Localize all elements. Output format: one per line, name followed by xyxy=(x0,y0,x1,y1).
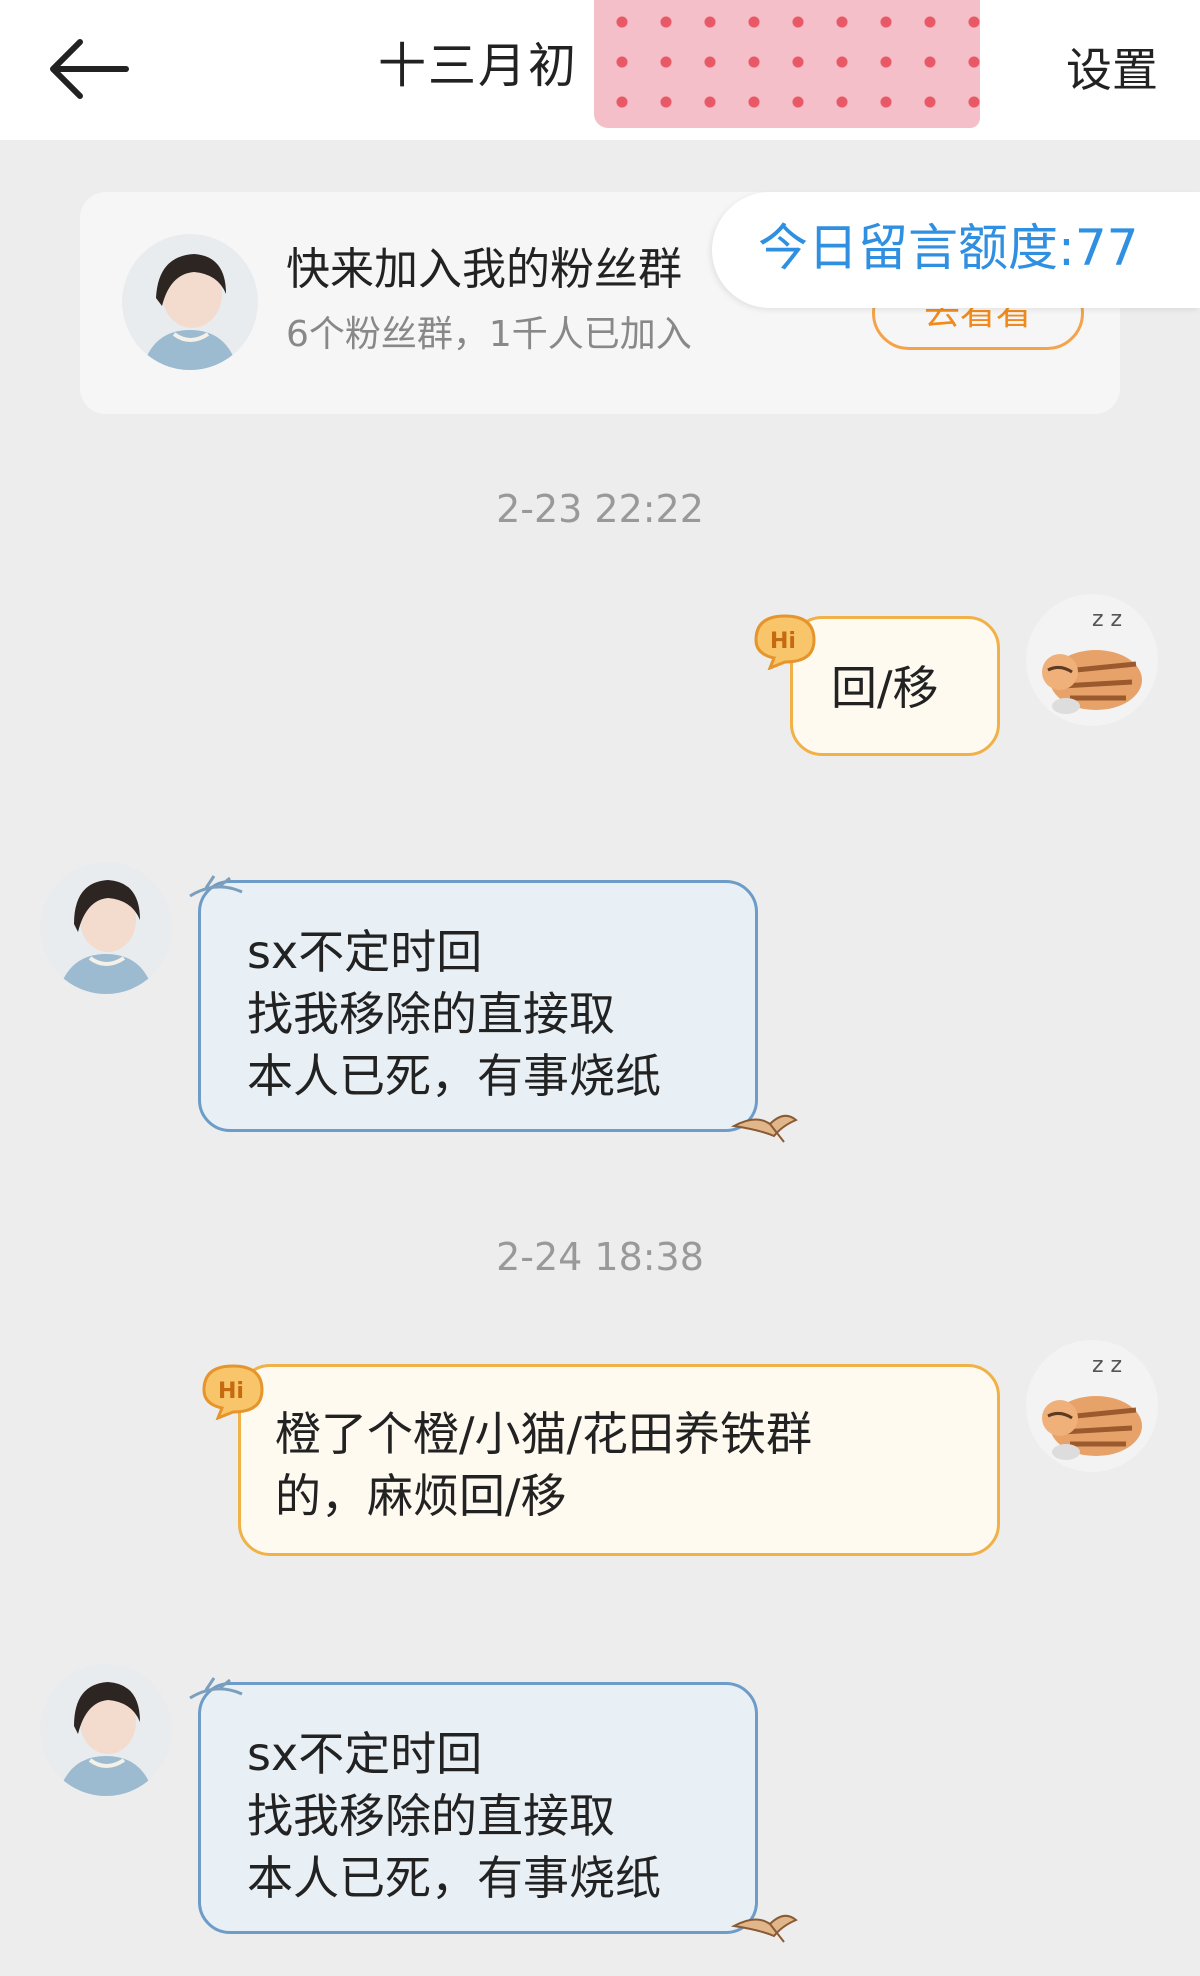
svg-text:z z: z z xyxy=(1092,1353,1122,1378)
svg-text:Hi: Hi xyxy=(770,629,796,654)
avatar xyxy=(122,234,258,370)
avatar[interactable]: z z xyxy=(1026,594,1158,726)
message-text-line: 本人已死，有事烧纸 xyxy=(247,1851,661,1905)
bamboo-decoration-icon xyxy=(189,875,243,898)
arrow-left-icon xyxy=(50,39,129,99)
message-text-line: 找我移除的直接取 xyxy=(247,987,615,1041)
chat-bubble-outgoing[interactable]: 橙了个橙/小猫/花田养铁群 的，麻烦回/移 xyxy=(238,1364,1000,1556)
hi-badge-icon: Hi xyxy=(754,614,816,670)
message-text-line: 橙了个橙/小猫/花田养铁群 xyxy=(275,1407,812,1461)
avatar[interactable] xyxy=(40,862,172,994)
chat-bubble-outgoing[interactable]: 回/移 xyxy=(790,616,1000,756)
message-text-line: 找我移除的直接取 xyxy=(247,1789,615,1843)
fan-group-subtitle: 6个粉丝群，1千人已加入 xyxy=(286,314,692,355)
settings-button[interactable]: 设置 xyxy=(1066,40,1158,100)
avatar[interactable] xyxy=(40,1664,172,1796)
bamboo-decoration-icon xyxy=(189,1677,243,1700)
message-text-line: 本人已死，有事烧纸 xyxy=(247,1049,661,1103)
message-text-line: 的，麻烦回/移 xyxy=(275,1469,567,1523)
hi-badge-icon: Hi xyxy=(202,1364,264,1420)
message-timestamp: 2-23 22:22 xyxy=(496,487,704,531)
chat-bubble-incoming[interactable]: sx不定时回 找我移除的直接取 本人已死，有事烧纸 xyxy=(198,880,758,1132)
message-timestamp: 2-24 18:38 xyxy=(496,1235,704,1279)
svg-text:Hi: Hi xyxy=(218,1379,244,1404)
message-text-line: sx不定时回 xyxy=(247,1727,483,1781)
message-text: 回/移 xyxy=(831,661,939,715)
fan-group-title: 快来加入我的粉丝群 xyxy=(286,244,682,295)
message-quota-badge: 今日留言额度:77 xyxy=(712,192,1200,308)
message-text-line: sx不定时回 xyxy=(247,925,483,979)
message-quota-label: 今日留言额度:77 xyxy=(758,219,1139,277)
swallow-decoration-icon xyxy=(730,1914,798,1943)
swallow-decoration-icon xyxy=(730,1114,798,1143)
conversation-title: 十三月初 xyxy=(378,38,579,94)
header-bar: 十三月初 设置 xyxy=(0,0,1200,140)
chat-bubble-incoming[interactable]: sx不定时回 找我移除的直接取 本人已死，有事烧纸 xyxy=(198,1682,758,1934)
avatar[interactable]: z z xyxy=(1026,1340,1158,1472)
back-button[interactable] xyxy=(46,36,130,102)
svg-text:z z: z z xyxy=(1092,607,1122,632)
privacy-sticker-overlay xyxy=(594,0,980,128)
